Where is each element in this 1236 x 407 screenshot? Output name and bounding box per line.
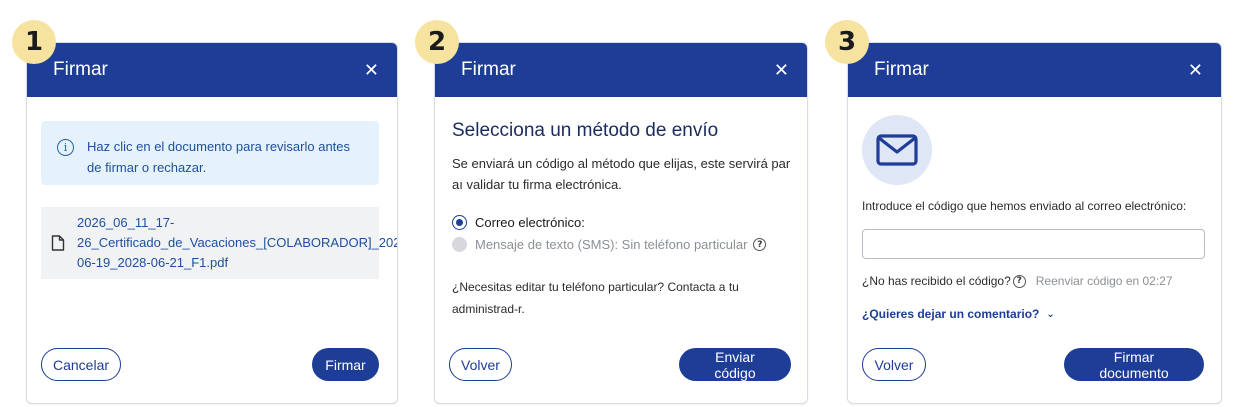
send-code-button[interactable]: Enviar código <box>679 348 791 381</box>
help-icon[interactable]: ? <box>753 238 767 251</box>
sign-button[interactable]: Firmar <box>312 348 379 381</box>
back-button[interactable]: Volver <box>449 348 512 381</box>
phone-note: ¿Necesitas editar tu teléfono particular… <box>452 280 739 316</box>
chevron-down-icon: ⌄ <box>1046 308 1055 320</box>
sign-document-button[interactable]: Firmar documento <box>1064 348 1204 381</box>
help-icon[interactable]: ? <box>1012 274 1026 288</box>
method-description: Se enviará un código al método que elija… <box>452 156 791 192</box>
cancel-button[interactable]: Cancelar <box>41 348 121 381</box>
info-icon: i <box>57 139 74 156</box>
resend-row: ¿No has recibido el código? ? Reenviar c… <box>862 274 1173 288</box>
code-label: Introduce el código que hemos enviado al… <box>862 199 1187 213</box>
comment-link-label: ¿Quieres dejar un comentario? <box>862 307 1040 321</box>
info-banner: i Haz clic en el documento para revisarl… <box>41 121 379 185</box>
radio-email[interactable] <box>452 215 467 230</box>
close-icon[interactable]: ✕ <box>364 61 379 79</box>
back-button[interactable]: Volver <box>862 348 926 381</box>
option-email-label: Correo electrónico: <box>475 215 585 230</box>
dialog-title: Firmar <box>53 59 108 80</box>
dialog-header: Firmar ✕ <box>27 43 397 97</box>
option-email[interactable]: Correo electrónico: <box>452 215 585 230</box>
option-sms-label: Mensaje de texto (SMS): Sin teléfono par… <box>475 237 748 252</box>
dialog-header: Firmar ✕ <box>848 43 1221 97</box>
not-received-text: ¿No has recibido el código? <box>862 274 1011 288</box>
mail-icon <box>876 134 918 166</box>
mail-icon-badge <box>862 115 932 185</box>
document-item[interactable]: 2026_06_11_17-26_Certificado_de_Vacacion… <box>41 207 397 279</box>
code-input[interactable] <box>862 229 1205 259</box>
dialog-title: Firmar <box>461 59 516 80</box>
resend-countdown: Reenviar código en 02:27 <box>1035 274 1173 288</box>
file-icon <box>51 235 65 251</box>
close-icon[interactable]: ✕ <box>774 61 789 79</box>
sign-dialog-step-1: Firmar ✕ i Haz clic en el documento para… <box>26 42 398 404</box>
document-link[interactable]: 2026_06_11_17-26_Certificado_de_Vacacion… <box>77 213 397 273</box>
sign-dialog-step-2: Firmar ✕ Selecciona un método de envío S… <box>434 42 808 404</box>
close-icon[interactable]: ✕ <box>1188 61 1203 79</box>
dialog-header: Firmar ✕ <box>435 43 807 97</box>
step-badge-2: 2 <box>415 20 459 64</box>
dialog-title: Firmar <box>874 59 929 80</box>
info-text: Haz clic en el documento para revisarlo … <box>87 139 351 175</box>
method-heading: Selecciona un método de envío <box>452 120 719 141</box>
sign-dialog-step-3: Firmar ✕ Introduce el código que hemos e… <box>847 42 1222 404</box>
step-badge-3: 3 <box>825 20 869 64</box>
step-badge-1: 1 <box>12 20 56 64</box>
radio-sms <box>452 237 467 252</box>
comment-toggle[interactable]: ¿Quieres dejar un comentario? ⌄ <box>862 307 1055 321</box>
option-sms: Mensaje de texto (SMS): Sin teléfono par… <box>452 237 767 252</box>
